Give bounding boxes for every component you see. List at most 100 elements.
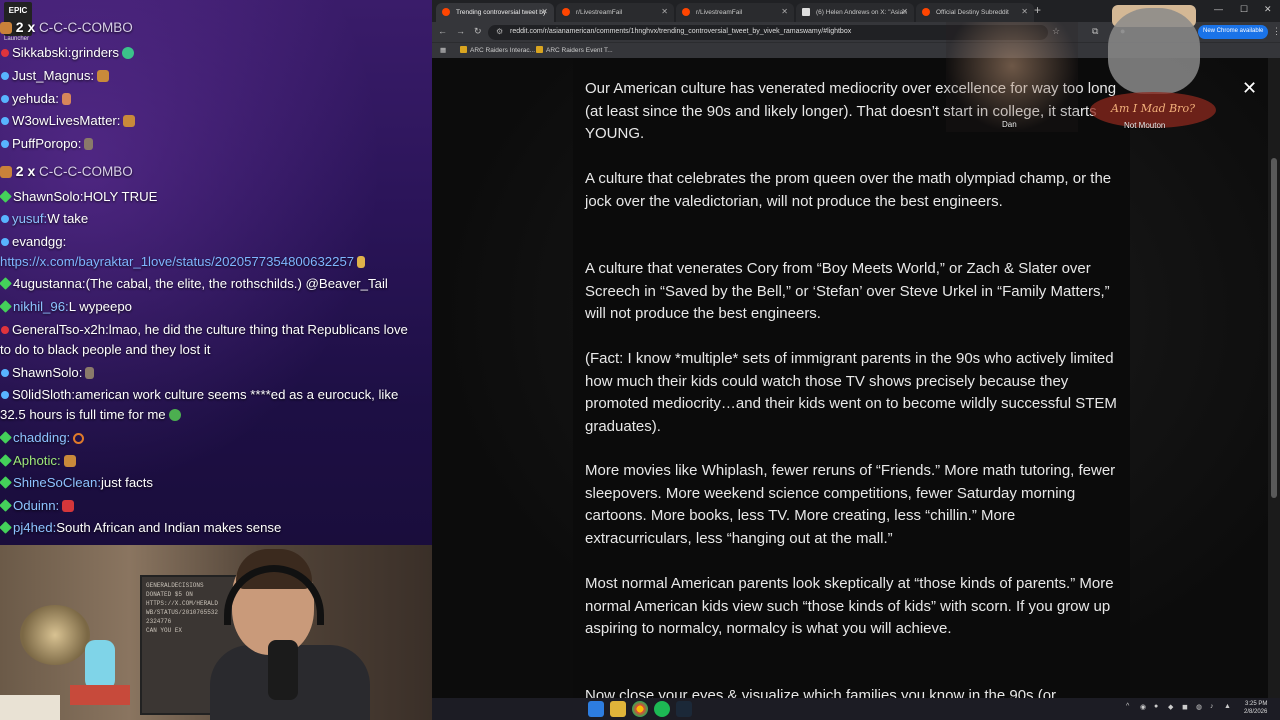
mod-badge-icon	[0, 300, 12, 313]
system-clock[interactable]: 3:25 PM 2/8/2026	[1244, 700, 1267, 716]
viewer-badge-icon	[1, 215, 9, 223]
emote-icon	[73, 433, 85, 444]
viewer-badge-icon	[1, 72, 9, 80]
spotify-icon[interactable]	[654, 701, 670, 717]
tab-livestreamfail-1[interactable]: r/LivestreamFail ✕	[556, 3, 674, 22]
file-explorer-icon[interactable]	[610, 701, 626, 717]
mod-badge-icon	[0, 190, 12, 203]
reddit-icon	[562, 8, 570, 16]
chat-link-line: https://x.com/bayraktar_1love/status/202…	[0, 252, 432, 272]
viewer-badge-icon	[1, 117, 9, 125]
tray-chevron-icon[interactable]: ^	[1126, 703, 1129, 710]
menu-icon[interactable]: ⋮	[1272, 26, 1280, 37]
minimize-icon[interactable]: —	[1214, 4, 1223, 14]
new-tab-button[interactable]: +	[1034, 3, 1041, 17]
bookmark-arc-raiders-interactive[interactable]: ARC Raiders Interac...	[460, 46, 535, 54]
post-paragraph: Now close your eyes & visualize which fa…	[585, 687, 1057, 698]
reddit-icon	[442, 8, 450, 16]
tab-livestreamfail-2[interactable]: r/LivestreamFail ✕	[676, 3, 794, 22]
chat-message: Sikkabski:grinders	[0, 43, 432, 63]
chat-message: ShineSoClean:just facts	[0, 473, 432, 493]
emote-icon	[61, 93, 71, 105]
reddit-icon	[922, 8, 930, 16]
emote-icon	[63, 455, 76, 467]
chrome-update-button[interactable]: New Chrome available	[1198, 25, 1268, 39]
forward-icon[interactable]: →	[456, 26, 465, 36]
site-info-icon[interactable]: ⚙	[496, 27, 503, 36]
combo-banner: 2 x C-C-C-COMBO	[0, 17, 432, 38]
maximize-icon[interactable]: ☐	[1240, 4, 1248, 15]
tab-destiny-subreddit[interactable]: Official Destiny Subreddit ✕	[916, 3, 1034, 22]
emote-icon	[84, 138, 94, 150]
reddit-lightbox-page: Our American culture has venerated medio…	[432, 58, 1280, 698]
chat-message: W3owLivesMatter:	[0, 111, 432, 131]
guest-cam-overlay	[946, 22, 1078, 132]
chat-message: Oduinn:	[0, 496, 432, 516]
scrollbar-thumb[interactable]	[1271, 158, 1277, 498]
emote-icon	[168, 409, 181, 421]
avatar-name-label: Not Mouton	[1124, 121, 1166, 130]
viewer-badge-icon	[1, 369, 9, 377]
chat-message: chadding:	[0, 428, 432, 448]
chat-overlay: EPIC Launcher 2 x C-C-C-COMBO Sikkabski:…	[0, 0, 432, 545]
post-paragraph: More movies like Whiplash, fewer reruns …	[585, 462, 1116, 547]
notification-icon[interactable]: ▲	[1224, 703, 1231, 710]
viewer-badge-icon	[1, 95, 9, 103]
post-paragraph: A culture that venerates Cory from “Boy …	[585, 260, 1110, 322]
emote-icon	[122, 47, 135, 59]
post-paragraph: Most normal American parents look skepti…	[585, 575, 1114, 637]
mod-badge-icon	[0, 521, 12, 534]
network-icon[interactable]: ◍	[1196, 703, 1202, 711]
viewer-badge-icon	[1, 140, 9, 148]
steam-icon[interactable]	[676, 701, 692, 717]
books-shape	[70, 685, 130, 705]
lightbox-close-button[interactable]: ✕	[1242, 78, 1257, 99]
combo-banner: 2 x C-C-C-COMBO	[0, 161, 432, 182]
guest-name-label: Dan	[1002, 120, 1017, 129]
back-icon[interactable]: ←	[438, 26, 447, 36]
webcam-feed: GENERALDECISIONS DONATED $5 ON HTTPS://X…	[0, 545, 432, 720]
mod-badge-icon	[0, 454, 12, 467]
post-paragraph: A culture that celebrates the prom queen…	[585, 170, 1112, 210]
keyboard-shape	[0, 695, 60, 720]
window-close-icon[interactable]: ✕	[1264, 4, 1272, 15]
emote-icon	[85, 367, 95, 379]
figurine-shape	[85, 640, 115, 690]
bookmark-arc-raiders-event[interactable]: ARC Raiders Event T...	[536, 46, 613, 54]
tray-app-icon[interactable]: ◼	[1182, 703, 1188, 711]
tray-app-icon[interactable]: ◆	[1168, 703, 1173, 711]
mod-badge-icon	[0, 431, 12, 444]
viewer-badge-icon	[1, 238, 9, 246]
chat-message: 4ugustanna:(The cabal, the elite, the ro…	[0, 274, 432, 294]
apps-icon[interactable]: ▦	[440, 46, 446, 54]
reload-icon[interactable]: ↻	[474, 26, 482, 37]
chat-message: S0lidSloth:american work culture seems *…	[0, 387, 399, 422]
close-tab-icon[interactable]: ✕	[1021, 7, 1028, 16]
tray-app-icon[interactable]: ◉	[1140, 703, 1146, 711]
emote-icon	[123, 115, 136, 127]
viewer-badge-icon	[1, 391, 9, 399]
chat-message: ShawnSolo:HOLY TRUE	[0, 187, 432, 207]
chat-message: GeneralTso-x2h:lmao, he did the culture …	[0, 322, 408, 357]
mod-badge-icon	[0, 499, 12, 512]
close-tab-icon[interactable]: ✕	[781, 7, 788, 16]
close-tab-icon[interactable]: ✕	[901, 7, 908, 16]
post-paragraph: (Fact: I know *multiple* sets of immigra…	[585, 350, 1117, 435]
volume-icon[interactable]: ♪	[1210, 703, 1214, 710]
mod-badge-icon	[0, 476, 12, 489]
emote-icon	[62, 500, 75, 512]
chat-message: PuffPoropo:	[0, 134, 432, 154]
chrome-icon[interactable]	[632, 701, 648, 717]
tray-app-icon[interactable]: ●	[1154, 703, 1158, 710]
tab-trending-tweet[interactable]: Trending controversial tweet by ✕	[436, 3, 554, 22]
reddit-icon	[682, 8, 690, 16]
tab-x-helen-andrews[interactable]: (6) Helen Andrews on X: "Asian ✕	[796, 3, 914, 22]
windows-taskbar: ^ ◉ ● ◆ ◼ ◍ ♪ ▲ 3:25 PM 2/8/2026	[432, 698, 1280, 720]
chat-message: Just_Magnus:	[0, 66, 432, 86]
chat-link[interactable]: https://x.com/bayraktar_1love/status/202…	[0, 254, 354, 269]
emote-icon	[0, 22, 12, 34]
close-tab-icon[interactable]: ✕	[661, 7, 668, 16]
close-tab-icon[interactable]: ✕	[541, 7, 548, 16]
extensions-icon[interactable]: ⧉	[1092, 26, 1098, 37]
start-icon[interactable]	[588, 701, 604, 717]
